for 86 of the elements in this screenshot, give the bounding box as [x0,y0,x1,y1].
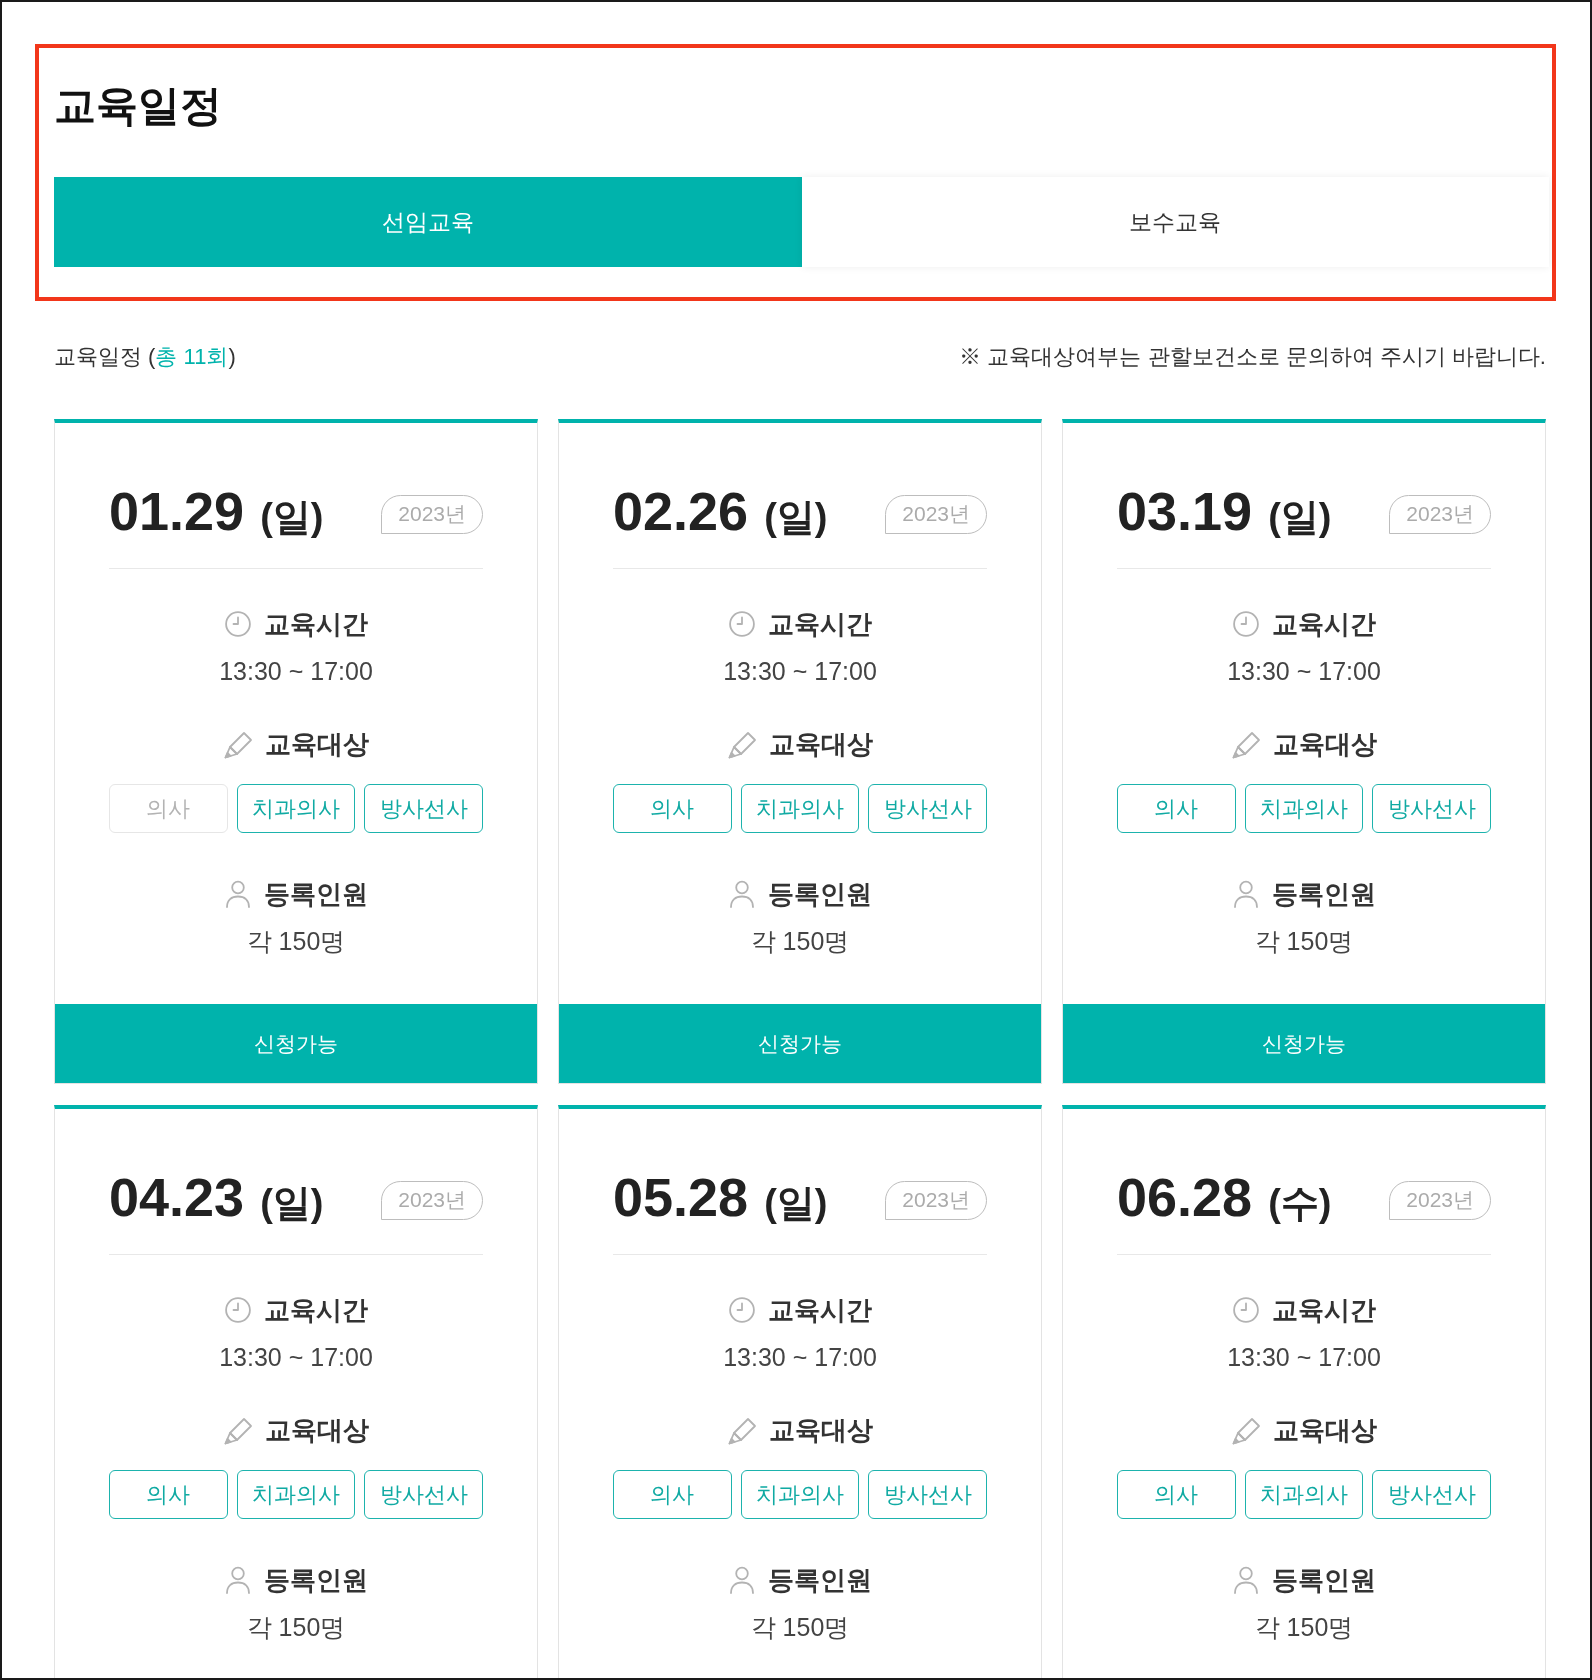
capacity-heading: 등록인원 [1271,878,1376,910]
person-icon [224,1566,251,1594]
time-heading: 교육시간 [767,1294,872,1326]
target-tag: 의사 [1117,1470,1236,1519]
pencil-icon [1231,1415,1262,1445]
target-tag: 치과의사 [1244,784,1364,833]
date-text: 01.29 [109,484,245,538]
time-heading: 교육시간 [263,1294,368,1326]
capacity-text: 각 150명 [246,1612,346,1643]
schedule-summary: 교육일정 (총 11회) [54,343,236,371]
target-tag: 치과의사 [740,784,860,833]
page-title: 교육일정 [54,82,222,130]
weekday-text: (일) [764,1181,828,1226]
date-text: 05.28 [613,1170,749,1224]
pencil-icon [223,1415,254,1445]
target-tag: 방사선사 [1372,1470,1491,1519]
target-heading: 교육대상 [264,1414,369,1446]
clock-icon [1232,611,1259,637]
tab[interactable]: 보수교육 [801,177,1549,267]
capacity-heading: 등록인원 [263,878,368,910]
clock-icon [224,611,251,637]
person-icon [1232,1566,1259,1594]
time-text: 13:30 ~ 17:00 [723,1342,877,1373]
target-tag: 방사선사 [1372,784,1491,833]
target-tag: 의사 [613,784,732,833]
target-heading: 교육대상 [264,728,369,760]
weekday-text: (수) [1268,1181,1332,1226]
time-text: 13:30 ~ 17:00 [723,656,877,687]
target-tag: 의사 [109,1470,228,1519]
target-tag: 의사 [109,784,228,833]
pencil-icon [223,729,254,759]
weekday-text: (일) [260,495,324,540]
capacity-text: 각 150명 [750,926,850,957]
time-heading: 교육시간 [1271,1294,1376,1326]
time-heading: 교육시간 [263,608,368,640]
time-heading: 교육시간 [1271,608,1376,640]
weekday-text: (일) [764,495,828,540]
tab[interactable]: 선임교육 [54,177,802,267]
target-tag: 치과의사 [740,1470,860,1519]
notice-text: ※ 교육대상여부는 관할보건소로 문의하여 주시기 바랍니다. [959,343,1546,371]
time-text: 13:30 ~ 17:00 [219,1342,373,1373]
person-icon [728,1566,755,1594]
target-tag: 치과의사 [236,1470,356,1519]
clock-icon [1232,1297,1259,1323]
target-tag: 방사선사 [364,1470,483,1519]
capacity-text: 각 150명 [750,1612,850,1643]
capacity-heading: 등록인원 [1271,1564,1376,1596]
weekday-text: (일) [1268,495,1332,540]
target-tag: 방사선사 [868,1470,987,1519]
target-tag: 의사 [613,1470,732,1519]
time-text: 13:30 ~ 17:00 [219,656,373,687]
apply-button[interactable]: 신청가능 [55,1004,537,1083]
time-text: 13:30 ~ 17:00 [1227,1342,1381,1373]
pencil-icon [727,729,758,759]
capacity-text: 각 150명 [246,926,346,957]
target-heading: 교육대상 [768,1414,873,1446]
date-text: 06.28 [1117,1170,1253,1224]
date-text: 02.26 [613,484,749,538]
target-tag: 치과의사 [1244,1470,1364,1519]
capacity-heading: 등록인원 [767,878,872,910]
clock-icon [728,1297,755,1323]
capacity-text: 각 150명 [1254,1612,1354,1643]
date-text: 03.19 [1117,484,1253,538]
pencil-icon [727,1415,758,1445]
target-tag: 방사선사 [364,784,483,833]
target-tag: 치과의사 [236,784,356,833]
capacity-heading: 등록인원 [263,1564,368,1596]
person-icon [224,880,251,908]
target-tag: 의사 [1117,784,1236,833]
target-heading: 교육대상 [768,728,873,760]
apply-button[interactable]: 신청가능 [559,1004,1041,1083]
apply-button[interactable]: 신청가능 [1063,1004,1545,1083]
person-icon [1232,880,1259,908]
date-text: 04.23 [109,1170,245,1224]
capacity-text: 각 150명 [1254,926,1354,957]
clock-icon [728,611,755,637]
weekday-text: (일) [260,1181,324,1226]
pencil-icon [1231,729,1262,759]
target-tag: 방사선사 [868,784,987,833]
capacity-heading: 등록인원 [767,1564,872,1596]
clock-icon [224,1297,251,1323]
person-icon [728,880,755,908]
time-text: 13:30 ~ 17:00 [1227,656,1381,687]
time-heading: 교육시간 [767,608,872,640]
target-heading: 교육대상 [1272,1414,1377,1446]
target-heading: 교육대상 [1272,728,1377,760]
